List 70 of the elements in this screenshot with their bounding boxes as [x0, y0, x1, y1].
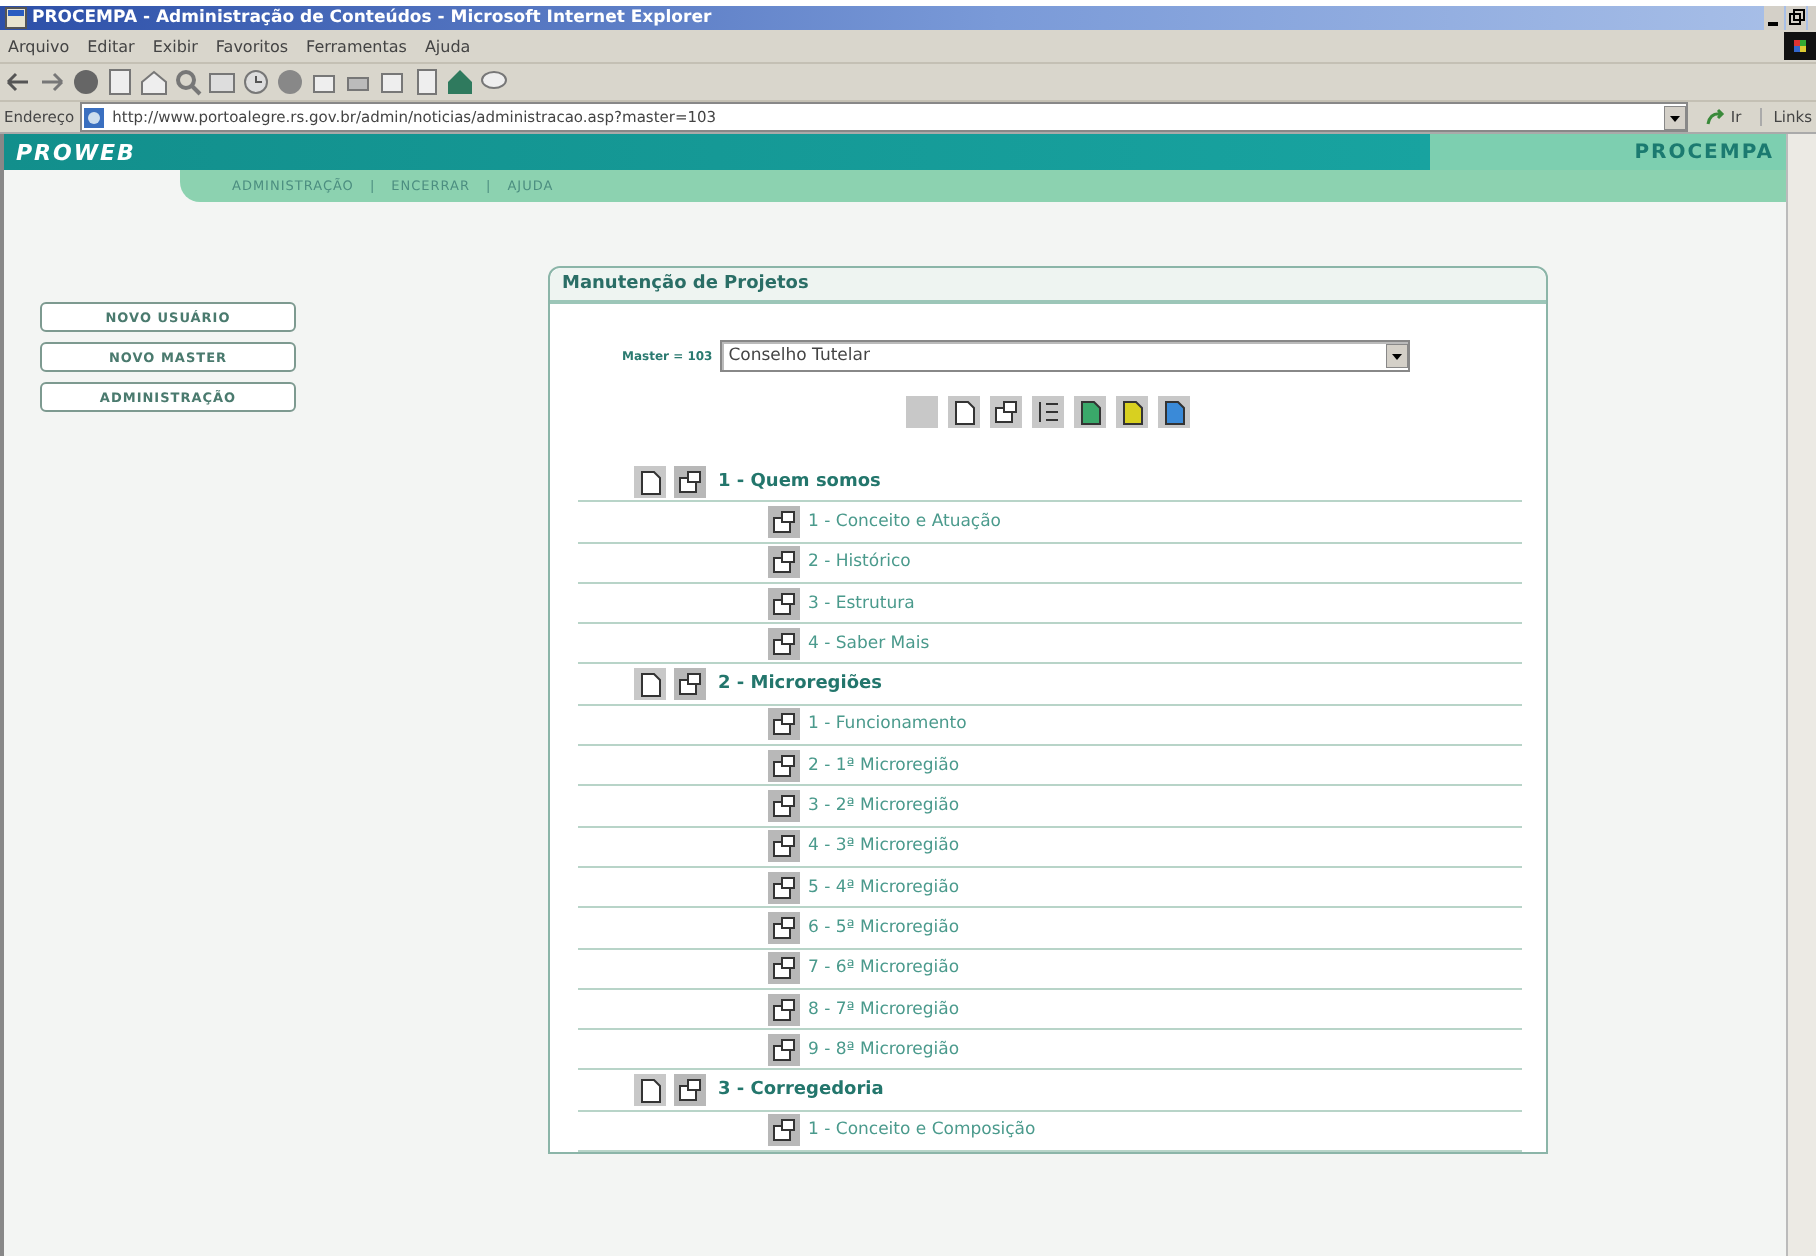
edit-window-icon[interactable]: [768, 587, 800, 620]
edit-window-icon[interactable]: [768, 505, 800, 538]
new-page-icon[interactable]: [634, 465, 666, 498]
tree-item[interactable]: 2 - Microregiões: [718, 674, 882, 695]
list-icon[interactable]: [1032, 396, 1064, 428]
back-arrow-icon[interactable]: [4, 68, 32, 96]
tree-item[interactable]: 1 - Funcionamento: [808, 714, 967, 735]
dropdown-arrow-icon[interactable]: [1386, 344, 1409, 368]
history-icon[interactable]: [242, 68, 270, 96]
tree-item[interactable]: 6 - 5ª Microregião: [808, 917, 960, 938]
scrollbar[interactable]: [1786, 134, 1816, 1256]
tree-item[interactable]: 1 - Quem somos: [718, 471, 881, 492]
panel-title: Manutenção de Projetos: [550, 268, 1546, 304]
edit-window-icon[interactable]: [768, 627, 800, 660]
tree-item[interactable]: 4 - Saber Mais: [808, 633, 930, 654]
restore-icon[interactable]: [1786, 6, 1806, 30]
document-icon[interactable]: [412, 68, 440, 96]
edit-window-icon[interactable]: [768, 708, 800, 741]
page-icon: [82, 105, 107, 129]
tree-item[interactable]: 8 - 7ª Microregião: [808, 999, 960, 1019]
menu-item[interactable]: Favoritos: [215, 37, 289, 55]
menu-item[interactable]: Arquivo: [8, 37, 70, 55]
new-page-icon[interactable]: [634, 1074, 666, 1107]
tree-item[interactable]: 4 - 3ª Microregião: [808, 836, 960, 857]
forward-arrow-icon[interactable]: [38, 68, 66, 96]
edit-window-icon[interactable]: [768, 952, 800, 985]
go-arrow-icon: [1706, 107, 1727, 127]
edit-window-icon[interactable]: [768, 830, 800, 863]
minimize-icon[interactable]: [1764, 6, 1784, 30]
tree-item[interactable]: 2 - Histórico: [808, 552, 911, 573]
tree-item[interactable]: 5 - 4ª Microregião: [808, 877, 960, 898]
page-icon[interactable]: [1074, 396, 1106, 428]
edit-window-icon[interactable]: [768, 871, 800, 904]
menu-item[interactable]: Ferramentas: [306, 37, 407, 55]
menu-item[interactable]: Ajuda: [424, 37, 471, 55]
dropdown-arrow-icon[interactable]: [1664, 105, 1687, 129]
tree-item[interactable]: 9 - 8ª Microregião: [808, 1039, 960, 1060]
tree-item[interactable]: 1 - Conceito e Composição: [808, 1120, 1036, 1141]
tree-item[interactable]: 3 - Estrutura: [808, 593, 915, 614]
tree-item[interactable]: 2 - 1ª Microregião: [808, 755, 960, 776]
tree-item[interactable]: 3 - Corregedoria: [718, 1080, 884, 1101]
site-title: PROWEB: [16, 139, 136, 165]
menu-item[interactable]: Exibir: [152, 37, 198, 55]
edit-window-icon[interactable]: [768, 749, 800, 782]
master-select[interactable]: Conselho Tutelar: [720, 340, 1411, 372]
edit-window-icon[interactable]: [674, 668, 706, 701]
browser-icon: [4, 6, 28, 30]
home-icon[interactable]: [140, 68, 168, 96]
edit-window-icon[interactable]: [768, 790, 800, 823]
tree-item[interactable]: 1 - Conceito e Atuação: [808, 511, 1002, 532]
menu-item[interactable]: Editar: [87, 37, 135, 55]
edit-window-icon[interactable]: [674, 1074, 706, 1107]
page-icon[interactable]: [1116, 396, 1148, 428]
window-title: PROCEMPA - Administração de Conteúdos - Microsoft Internet Explorer: [32, 8, 712, 28]
edit-window-icon[interactable]: [768, 911, 800, 944]
tree-item[interactable]: 7 - 6ª Microregião: [808, 958, 960, 979]
edit-window-icon[interactable]: [768, 546, 800, 579]
windows-logo-icon: [1784, 32, 1816, 60]
edit-window-icon[interactable]: [768, 1033, 800, 1066]
edit-window-icon[interactable]: [674, 465, 706, 498]
new-page-icon[interactable]: [948, 396, 980, 428]
house-icon[interactable]: [446, 68, 474, 96]
edit-window-icon[interactable]: [768, 1114, 800, 1147]
page-icon[interactable]: [1158, 396, 1190, 428]
edit-window-icon[interactable]: [990, 396, 1022, 428]
new-page-icon[interactable]: [634, 668, 666, 701]
search-icon[interactable]: [174, 68, 202, 96]
tree-item[interactable]: 3 - 2ª Microregião: [808, 796, 960, 817]
edit-window-icon[interactable]: [768, 993, 800, 1025]
logo-text: PROCEMPA: [1634, 141, 1774, 163]
